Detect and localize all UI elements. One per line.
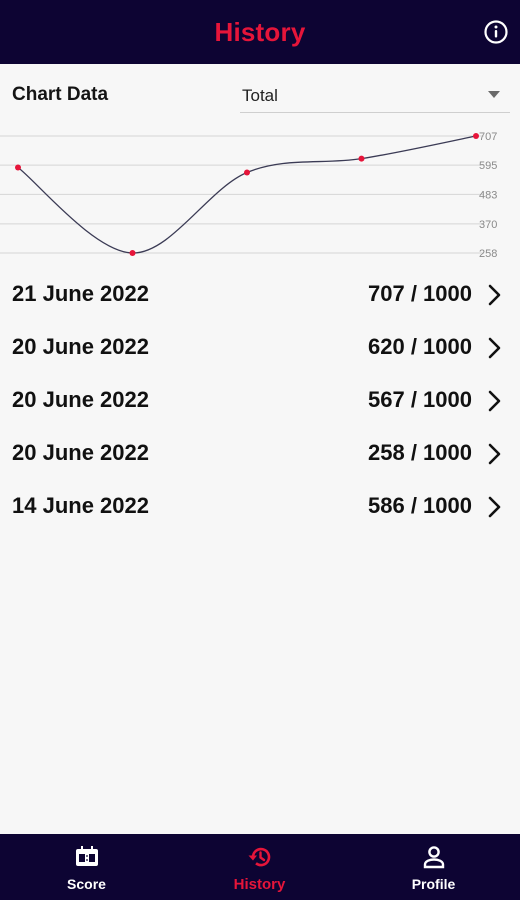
chevron-right-icon bbox=[488, 496, 501, 518]
history-date: 20 June 2022 bbox=[12, 334, 149, 359]
nav-label-history: History bbox=[233, 876, 286, 893]
chevron-right-icon bbox=[488, 337, 501, 359]
chevron-right-icon bbox=[488, 390, 501, 412]
history-score: 567 / 1000 bbox=[368, 387, 472, 412]
data-point bbox=[358, 155, 365, 162]
history-row[interactable]: 20 June 2022 620 / 1000 bbox=[0, 321, 520, 374]
chart-header: Chart Data Total bbox=[0, 64, 520, 122]
history-row[interactable]: 21 June 2022 707 / 1000 bbox=[0, 268, 520, 321]
person-icon bbox=[423, 846, 445, 869]
info-icon[interactable] bbox=[484, 20, 508, 44]
history-date: 20 June 2022 bbox=[12, 387, 149, 412]
caret-down-icon bbox=[488, 91, 500, 98]
history-row[interactable]: 20 June 2022 258 / 1000 bbox=[0, 427, 520, 480]
chart-type-dropdown[interactable]: Total bbox=[240, 78, 510, 113]
history-date: 21 June 2022 bbox=[12, 281, 149, 306]
history-score: 258 / 1000 bbox=[368, 440, 472, 465]
y-tick-label: 258 bbox=[479, 248, 497, 260]
nav-item-profile[interactable]: Profile bbox=[347, 834, 520, 900]
data-point bbox=[244, 169, 250, 176]
y-tick-label: 707 bbox=[479, 131, 497, 143]
chart-data-label: Chart Data bbox=[12, 84, 109, 105]
data-point bbox=[15, 164, 21, 171]
chevron-right-icon bbox=[488, 284, 501, 306]
nav-label-profile: Profile bbox=[411, 876, 456, 892]
history-score: 620 / 1000 bbox=[368, 334, 472, 359]
score-line-chart: 707 595 483 370 258 bbox=[0, 131, 497, 260]
data-point bbox=[129, 250, 136, 256]
dropdown-selected-value: Total bbox=[242, 86, 278, 105]
history-score: 707 / 1000 bbox=[368, 281, 472, 306]
nav-label-score: Score bbox=[67, 876, 106, 892]
y-tick-label: 370 bbox=[479, 219, 497, 231]
history-row[interactable]: 14 June 2022 586 / 1000 bbox=[0, 480, 520, 533]
history-screen: History Chart Data Total 707 595 483 370 258… bbox=[0, 0, 520, 900]
page-title: History bbox=[214, 17, 306, 47]
history-date: 14 June 2022 bbox=[12, 493, 149, 518]
top-app-bar: History bbox=[0, 0, 520, 64]
data-point bbox=[473, 133, 479, 139]
nav-item-history[interactable]: History bbox=[173, 834, 346, 900]
history-score: 586 / 1000 bbox=[368, 493, 472, 518]
chevron-right-icon bbox=[488, 443, 501, 465]
y-tick-label: 483 bbox=[479, 189, 497, 201]
scoreboard-icon bbox=[76, 846, 98, 866]
y-tick-label: 595 bbox=[479, 160, 497, 172]
history-list: 21 June 2022 707 / 1000 20 June 2022 620 / … bbox=[0, 268, 520, 533]
history-date: 20 June 2022 bbox=[12, 440, 149, 465]
history-icon bbox=[248, 847, 271, 867]
nav-item-score[interactable]: Score bbox=[0, 834, 173, 900]
bottom-navigation: Score History Profile bbox=[0, 834, 520, 900]
history-row[interactable]: 20 June 2022 567 / 1000 bbox=[0, 374, 520, 427]
